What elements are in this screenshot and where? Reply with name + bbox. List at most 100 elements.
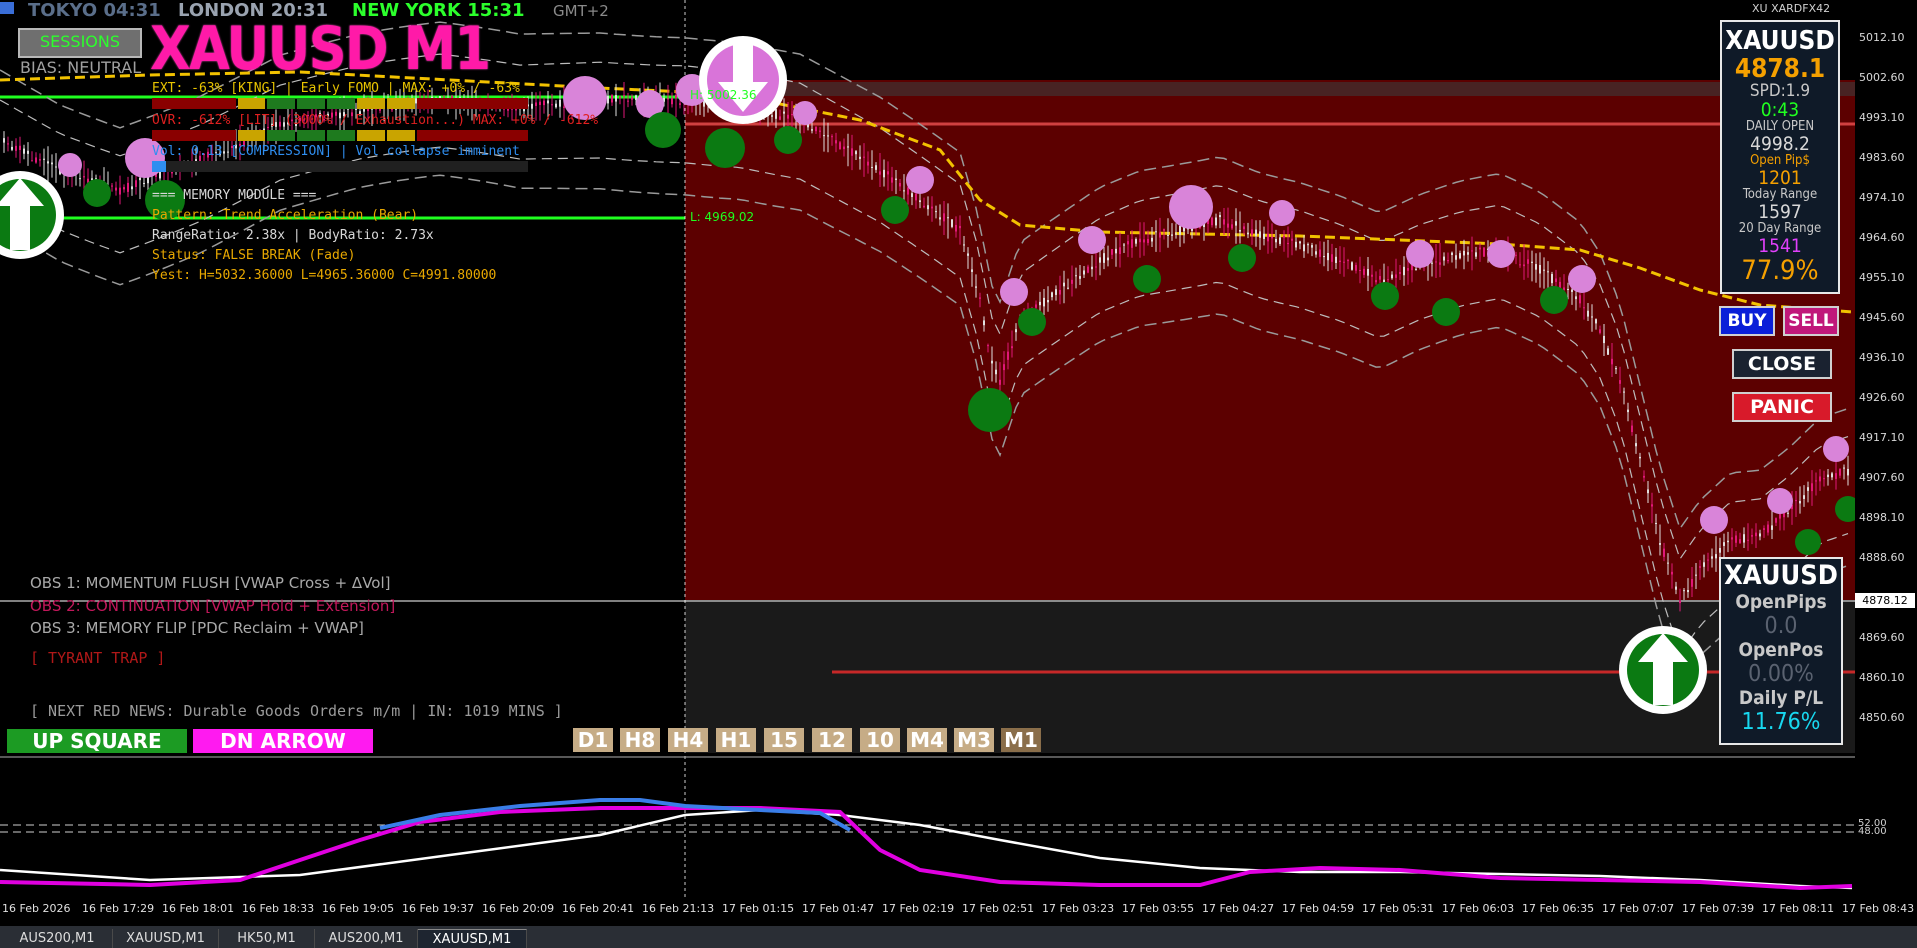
candle-body — [1595, 319, 1597, 324]
tf-10[interactable]: 10 — [860, 728, 900, 752]
candle-body — [975, 286, 977, 288]
candle-body — [1711, 556, 1713, 559]
candle-body — [987, 345, 989, 347]
price-tick-label: 4955.10 — [1859, 271, 1905, 284]
candle-body — [1139, 238, 1141, 243]
candle-body — [1735, 535, 1737, 543]
candle-body — [1143, 239, 1145, 243]
candle-body — [1823, 478, 1825, 480]
tf-m4[interactable]: M4 — [907, 728, 947, 752]
tf-m3[interactable]: M3 — [954, 728, 994, 752]
time-tick-label: 17 Feb 07:39 — [1682, 902, 1755, 915]
tf-h8[interactable]: H8 — [620, 728, 660, 752]
bull-dot — [968, 388, 1012, 432]
candle-body — [1255, 229, 1257, 236]
candle-body — [1387, 279, 1389, 281]
candle-body — [1767, 524, 1769, 533]
price-tick-label: 4869.60 — [1859, 631, 1905, 644]
tf-m1[interactable]: M1 — [1001, 728, 1041, 752]
candle-body — [555, 103, 557, 108]
candle-body — [1607, 348, 1609, 355]
candle-body — [119, 187, 121, 195]
candle-body — [1443, 256, 1445, 261]
candle-body — [1615, 368, 1617, 370]
tf-15[interactable]: 15 — [764, 728, 804, 752]
price-tick-label: 5012.10 — [1859, 31, 1905, 44]
price-axis[interactable]: 5012.10 5002.60 4993.10 4983.60 4974.10 4964.… — [1855, 0, 1917, 900]
candle-body — [19, 145, 21, 150]
tf-12[interactable]: 12 — [812, 728, 852, 752]
tf-d1[interactable]: D1 — [573, 728, 613, 752]
candle-body — [1671, 571, 1673, 575]
time-tick-label: 17 Feb 05:31 — [1362, 902, 1435, 915]
window-icon[interactable] — [0, 2, 14, 14]
candle-body — [1847, 468, 1849, 476]
candle-body — [1399, 272, 1401, 274]
candle-body — [1219, 215, 1221, 218]
price-tick-label: 4945.60 — [1859, 311, 1905, 324]
panel-symbol: XAUUSD — [1725, 26, 1835, 56]
candle-body — [51, 162, 53, 165]
candle-body — [1699, 566, 1701, 568]
time-axis[interactable]: 16 Feb 2026 16 Feb 17:29 16 Feb 18:01 16 Fe… — [0, 900, 1917, 926]
candle-body — [1111, 249, 1113, 255]
candle-body — [27, 150, 29, 154]
vol-bar — [152, 161, 528, 172]
candle-body — [1299, 241, 1301, 244]
bear-dot — [1078, 226, 1106, 254]
ovr-bar — [152, 130, 528, 141]
candle-body — [1051, 292, 1053, 298]
candle-body — [967, 253, 969, 256]
tf-h1[interactable]: H1 — [716, 728, 756, 752]
candle-body — [875, 165, 877, 170]
time-tick-label: 17 Feb 02:19 — [882, 902, 955, 915]
time-tick-label: 17 Feb 04:27 — [1202, 902, 1275, 915]
candle-body — [1659, 543, 1661, 545]
candle-body — [1787, 512, 1789, 514]
tf-h4[interactable]: H4 — [668, 728, 708, 752]
tab-aus200-2[interactable]: AUS200,M1 — [315, 929, 418, 948]
candle-body — [1695, 574, 1697, 576]
price-tick-label: 4964.60 — [1859, 231, 1905, 244]
close-button[interactable]: CLOSE — [1732, 349, 1832, 379]
candle-body — [627, 100, 629, 102]
price-tick-label: 4936.10 — [1859, 351, 1905, 364]
candle-body — [1803, 495, 1805, 499]
candle-body — [679, 103, 681, 105]
panic-button[interactable]: PANIC — [1732, 392, 1832, 422]
buy-button[interactable]: BUY — [1719, 306, 1775, 336]
candle-body — [1683, 590, 1685, 592]
candle-body — [1355, 265, 1357, 271]
broker-tag: XU XARDFX42 — [1752, 2, 1831, 15]
tab-aus200-1[interactable]: AUS200,M1 — [2, 929, 113, 948]
sessions-button[interactable]: SESSIONS — [18, 28, 142, 58]
up-arrow-left — [0, 171, 64, 259]
candle-body — [355, 108, 357, 110]
candle-body — [1279, 237, 1281, 244]
candle-body — [1587, 310, 1589, 317]
candle-body — [1303, 244, 1305, 252]
candle-body — [1067, 287, 1069, 289]
candle-body — [1095, 266, 1097, 268]
tab-hk50[interactable]: HK50,M1 — [219, 929, 315, 948]
dn-arrow-button[interactable]: DN ARROW — [193, 729, 373, 753]
up-square-button[interactable]: UP SQUARE — [7, 729, 187, 753]
chart-title: XAUUSD M1 — [150, 14, 491, 84]
chart-canvas[interactable] — [0, 0, 1917, 948]
candle-body — [939, 217, 941, 220]
candle-body — [1727, 540, 1729, 543]
sell-button[interactable]: SELL — [1783, 306, 1839, 336]
candle-body — [1819, 476, 1821, 482]
candle-body — [1451, 252, 1453, 256]
candle-body — [1679, 600, 1681, 604]
candle-body — [131, 186, 133, 190]
candle-body — [1215, 217, 1217, 226]
candle-body — [959, 225, 961, 229]
candle-body — [543, 100, 545, 106]
tab-xauusd-2[interactable]: XAUUSD,M1 — [418, 929, 527, 948]
tab-xauusd-1[interactable]: XAUUSD,M1 — [113, 929, 219, 948]
candle-body — [1467, 252, 1469, 255]
time-tick-label: 16 Feb 20:41 — [562, 902, 635, 915]
candle-body — [1707, 559, 1709, 561]
candle-body — [1579, 295, 1581, 304]
